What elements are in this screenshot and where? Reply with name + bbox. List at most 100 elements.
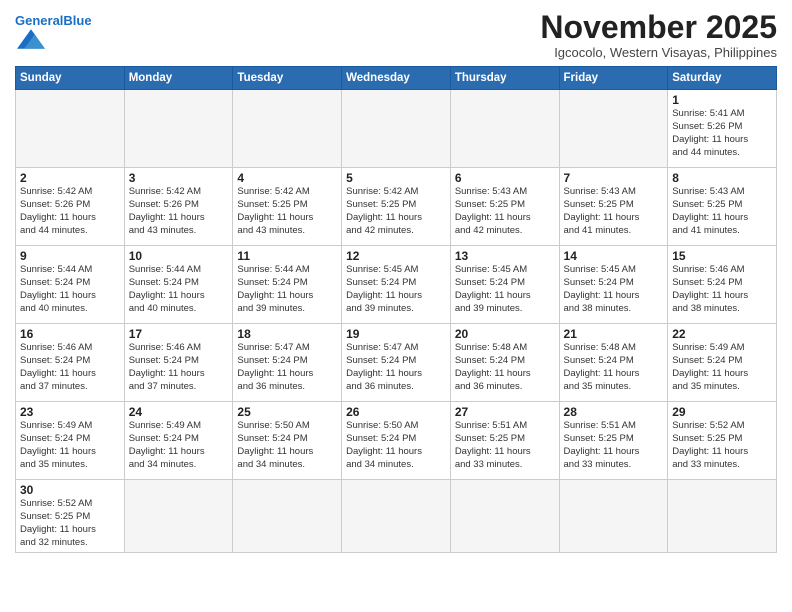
day-number: 24 [129, 405, 229, 419]
day-info: Sunrise: 5:47 AM Sunset: 5:24 PM Dayligh… [346, 342, 446, 393]
weekday-header-monday: Monday [124, 67, 233, 90]
day-info: Sunrise: 5:46 AM Sunset: 5:24 PM Dayligh… [672, 264, 772, 315]
calendar-cell: 3Sunrise: 5:42 AM Sunset: 5:26 PM Daylig… [124, 168, 233, 246]
day-number: 14 [564, 249, 664, 263]
calendar: SundayMondayTuesdayWednesdayThursdayFrid… [15, 66, 777, 553]
calendar-cell [668, 480, 777, 553]
day-number: 5 [346, 171, 446, 185]
calendar-cell: 27Sunrise: 5:51 AM Sunset: 5:25 PM Dayli… [450, 402, 559, 480]
calendar-cell [233, 480, 342, 553]
calendar-cell: 10Sunrise: 5:44 AM Sunset: 5:24 PM Dayli… [124, 246, 233, 324]
calendar-cell: 18Sunrise: 5:47 AM Sunset: 5:24 PM Dayli… [233, 324, 342, 402]
day-number: 15 [672, 249, 772, 263]
day-number: 1 [672, 93, 772, 107]
calendar-cell: 24Sunrise: 5:49 AM Sunset: 5:24 PM Dayli… [124, 402, 233, 480]
day-info: Sunrise: 5:52 AM Sunset: 5:25 PM Dayligh… [20, 498, 120, 549]
day-info: Sunrise: 5:43 AM Sunset: 5:25 PM Dayligh… [564, 186, 664, 237]
logo-text: GeneralBlue [15, 14, 92, 28]
calendar-cell: 29Sunrise: 5:52 AM Sunset: 5:25 PM Dayli… [668, 402, 777, 480]
weekday-header-saturday: Saturday [668, 67, 777, 90]
title-section: November 2025 Igcocolo, Western Visayas,… [540, 10, 777, 60]
day-number: 11 [237, 249, 337, 263]
day-info: Sunrise: 5:47 AM Sunset: 5:24 PM Dayligh… [237, 342, 337, 393]
calendar-cell [342, 90, 451, 168]
day-info: Sunrise: 5:49 AM Sunset: 5:24 PM Dayligh… [672, 342, 772, 393]
logo: GeneralBlue [15, 14, 92, 55]
day-number: 20 [455, 327, 555, 341]
day-info: Sunrise: 5:44 AM Sunset: 5:24 PM Dayligh… [20, 264, 120, 315]
day-number: 25 [237, 405, 337, 419]
month-title: November 2025 [540, 10, 777, 45]
day-number: 8 [672, 171, 772, 185]
day-info: Sunrise: 5:49 AM Sunset: 5:24 PM Dayligh… [129, 420, 229, 471]
weekday-header-sunday: Sunday [16, 67, 125, 90]
day-info: Sunrise: 5:51 AM Sunset: 5:25 PM Dayligh… [455, 420, 555, 471]
day-info: Sunrise: 5:42 AM Sunset: 5:25 PM Dayligh… [237, 186, 337, 237]
day-number: 10 [129, 249, 229, 263]
calendar-cell [124, 90, 233, 168]
calendar-cell: 17Sunrise: 5:46 AM Sunset: 5:24 PM Dayli… [124, 324, 233, 402]
day-number: 7 [564, 171, 664, 185]
day-info: Sunrise: 5:49 AM Sunset: 5:24 PM Dayligh… [20, 420, 120, 471]
day-info: Sunrise: 5:42 AM Sunset: 5:25 PM Dayligh… [346, 186, 446, 237]
day-info: Sunrise: 5:44 AM Sunset: 5:24 PM Dayligh… [237, 264, 337, 315]
calendar-cell [16, 90, 125, 168]
calendar-cell [233, 90, 342, 168]
calendar-cell [342, 480, 451, 553]
calendar-cell: 21Sunrise: 5:48 AM Sunset: 5:24 PM Dayli… [559, 324, 668, 402]
calendar-cell: 22Sunrise: 5:49 AM Sunset: 5:24 PM Dayli… [668, 324, 777, 402]
calendar-cell: 1Sunrise: 5:41 AM Sunset: 5:26 PM Daylig… [668, 90, 777, 168]
calendar-cell [559, 90, 668, 168]
day-number: 13 [455, 249, 555, 263]
day-number: 12 [346, 249, 446, 263]
day-info: Sunrise: 5:45 AM Sunset: 5:24 PM Dayligh… [455, 264, 555, 315]
day-number: 21 [564, 327, 664, 341]
weekday-header-friday: Friday [559, 67, 668, 90]
calendar-cell: 19Sunrise: 5:47 AM Sunset: 5:24 PM Dayli… [342, 324, 451, 402]
calendar-cell: 5Sunrise: 5:42 AM Sunset: 5:25 PM Daylig… [342, 168, 451, 246]
logo-general: General [15, 13, 63, 28]
day-info: Sunrise: 5:43 AM Sunset: 5:25 PM Dayligh… [455, 186, 555, 237]
calendar-cell [559, 480, 668, 553]
logo-icon [17, 28, 45, 50]
day-number: 9 [20, 249, 120, 263]
header: GeneralBlue November 2025 Igcocolo, West… [15, 10, 777, 60]
day-info: Sunrise: 5:45 AM Sunset: 5:24 PM Dayligh… [346, 264, 446, 315]
location: Igcocolo, Western Visayas, Philippines [540, 45, 777, 60]
logo-blue: Blue [63, 13, 91, 28]
page: GeneralBlue November 2025 Igcocolo, West… [0, 0, 792, 612]
day-info: Sunrise: 5:44 AM Sunset: 5:24 PM Dayligh… [129, 264, 229, 315]
calendar-cell: 9Sunrise: 5:44 AM Sunset: 5:24 PM Daylig… [16, 246, 125, 324]
day-info: Sunrise: 5:41 AM Sunset: 5:26 PM Dayligh… [672, 108, 772, 159]
day-number: 19 [346, 327, 446, 341]
calendar-cell [124, 480, 233, 553]
calendar-cell [450, 90, 559, 168]
calendar-cell: 26Sunrise: 5:50 AM Sunset: 5:24 PM Dayli… [342, 402, 451, 480]
calendar-cell: 15Sunrise: 5:46 AM Sunset: 5:24 PM Dayli… [668, 246, 777, 324]
weekday-header-row: SundayMondayTuesdayWednesdayThursdayFrid… [16, 67, 777, 90]
weekday-header-tuesday: Tuesday [233, 67, 342, 90]
calendar-cell: 7Sunrise: 5:43 AM Sunset: 5:25 PM Daylig… [559, 168, 668, 246]
day-number: 23 [20, 405, 120, 419]
calendar-cell: 12Sunrise: 5:45 AM Sunset: 5:24 PM Dayli… [342, 246, 451, 324]
day-info: Sunrise: 5:42 AM Sunset: 5:26 PM Dayligh… [20, 186, 120, 237]
day-info: Sunrise: 5:48 AM Sunset: 5:24 PM Dayligh… [455, 342, 555, 393]
day-number: 30 [20, 483, 120, 497]
calendar-cell [450, 480, 559, 553]
day-info: Sunrise: 5:48 AM Sunset: 5:24 PM Dayligh… [564, 342, 664, 393]
day-number: 29 [672, 405, 772, 419]
calendar-cell: 23Sunrise: 5:49 AM Sunset: 5:24 PM Dayli… [16, 402, 125, 480]
day-info: Sunrise: 5:46 AM Sunset: 5:24 PM Dayligh… [20, 342, 120, 393]
day-number: 4 [237, 171, 337, 185]
day-number: 16 [20, 327, 120, 341]
calendar-cell: 2Sunrise: 5:42 AM Sunset: 5:26 PM Daylig… [16, 168, 125, 246]
day-info: Sunrise: 5:50 AM Sunset: 5:24 PM Dayligh… [237, 420, 337, 471]
day-info: Sunrise: 5:42 AM Sunset: 5:26 PM Dayligh… [129, 186, 229, 237]
calendar-cell: 28Sunrise: 5:51 AM Sunset: 5:25 PM Dayli… [559, 402, 668, 480]
day-number: 18 [237, 327, 337, 341]
calendar-cell: 20Sunrise: 5:48 AM Sunset: 5:24 PM Dayli… [450, 324, 559, 402]
day-info: Sunrise: 5:46 AM Sunset: 5:24 PM Dayligh… [129, 342, 229, 393]
day-info: Sunrise: 5:51 AM Sunset: 5:25 PM Dayligh… [564, 420, 664, 471]
calendar-cell: 8Sunrise: 5:43 AM Sunset: 5:25 PM Daylig… [668, 168, 777, 246]
day-info: Sunrise: 5:45 AM Sunset: 5:24 PM Dayligh… [564, 264, 664, 315]
